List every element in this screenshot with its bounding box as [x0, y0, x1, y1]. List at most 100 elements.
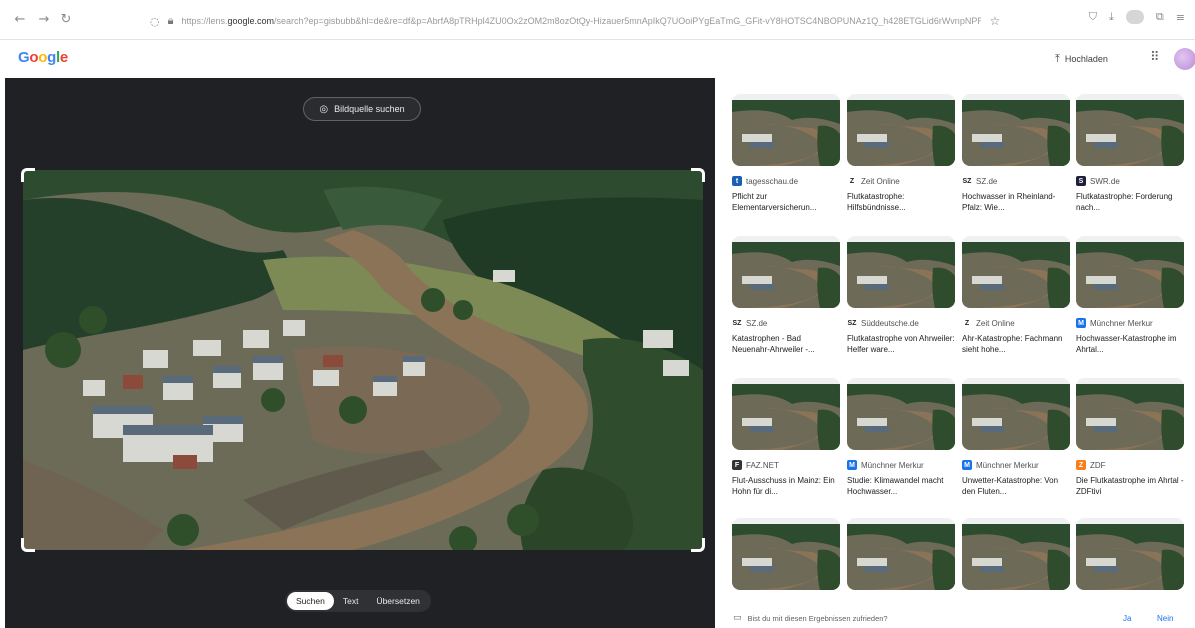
- download-icon[interactable]: ⤓: [1109, 10, 1114, 24]
- shield-extension-icon[interactable]: ⛉: [1089, 10, 1097, 24]
- result-card[interactable]: SZ SZ.de Katastrophen - Bad Neuenahr-Ahrwe…: [732, 236, 840, 355]
- url-prefix: https://lens.: [181, 16, 228, 26]
- result-source-name: SZ.de: [746, 318, 768, 328]
- lock-icon[interactable]: 🔒︎: [168, 14, 174, 28]
- result-thumbnail[interactable]: [1076, 378, 1184, 450]
- apps-grid-icon[interactable]: ⠿: [1150, 50, 1160, 65]
- result-title[interactable]: Flut-Ausschuss in Mainz: Ein Hohn für di…: [732, 475, 840, 497]
- result-thumbnail[interactable]: [847, 518, 955, 590]
- result-title[interactable]: Flutkatastrophe: Forderung nach...: [1076, 191, 1184, 213]
- result-card[interactable]: [732, 518, 840, 590]
- result-source[interactable]: Z Zeit Online: [847, 176, 955, 186]
- result-thumbnail[interactable]: [962, 518, 1070, 590]
- result-card[interactable]: M Münchner Merkur Studie: Klimawandel mach…: [847, 378, 955, 497]
- menu-icon[interactable]: ≡: [1176, 11, 1185, 24]
- crop-handle-bottom-right[interactable]: [691, 538, 705, 552]
- result-thumbnail[interactable]: [847, 378, 955, 450]
- result-thumbnail[interactable]: [732, 518, 840, 590]
- result-title[interactable]: Studie: Klimawandel macht Hochwasser...: [847, 475, 955, 497]
- result-thumbnail[interactable]: [962, 94, 1070, 166]
- result-card[interactable]: M Münchner Merkur Hochwasser-Katastrophe i…: [1076, 236, 1184, 355]
- result-source[interactable]: M Münchner Merkur: [1076, 318, 1184, 328]
- result-card[interactable]: Z Zeit Online Flutkatastrophe: Hilfsbündni…: [847, 94, 955, 213]
- result-thumbnail[interactable]: [847, 236, 955, 308]
- result-card[interactable]: M Münchner Merkur Unwetter-Katastrophe: Vo…: [962, 378, 1070, 497]
- profile-badge[interactable]: [1125, 10, 1144, 24]
- result-thumbnail[interactable]: [1076, 236, 1184, 308]
- lens-image-panel: ◎ Bildquelle suchen Suchen Text Übersetz…: [5, 78, 715, 628]
- favicon-icon: SZ: [962, 176, 972, 186]
- result-title[interactable]: Ahr-Katastrophe: Fachmann sieht hohe...: [962, 333, 1070, 355]
- result-source[interactable]: Z Zeit Online: [962, 318, 1070, 328]
- feedback-yes-button[interactable]: Ja: [1123, 614, 1131, 623]
- result-source[interactable]: t tagesschau.de: [732, 176, 840, 186]
- result-card[interactable]: F FAZ.NET Flut-Ausschuss in Mainz: Ein Hoh…: [732, 378, 840, 497]
- result-card[interactable]: SZ Süddeutsche.de Flutkatastrophe von Ahrw…: [847, 236, 955, 355]
- crop-handle-bottom-left[interactable]: [21, 538, 35, 552]
- result-source[interactable]: SZ SZ.de: [732, 318, 840, 328]
- reload-icon[interactable]: ↻: [58, 12, 74, 27]
- upload-label: Hochladen: [1064, 54, 1108, 64]
- result-title[interactable]: Flutkatastrophe: Hilfsbündnisse...: [847, 191, 955, 213]
- result-source[interactable]: M Münchner Merkur: [962, 460, 1070, 470]
- result-thumbnail[interactable]: [847, 94, 955, 166]
- result-card[interactable]: t tagesschau.de Pflicht zur Elementarversi…: [732, 94, 840, 213]
- feedback-no-button[interactable]: Nein: [1157, 614, 1173, 623]
- upload-icon: ⤒: [1055, 52, 1060, 65]
- result-card[interactable]: [962, 518, 1070, 590]
- result-thumbnail[interactable]: [962, 236, 1070, 308]
- browser-actions: ⛉ ⤓ ⧉ ≡: [1089, 10, 1185, 24]
- result-title[interactable]: Die Flutkatastrophe im Ahrtal - ZDFtivi: [1076, 475, 1184, 497]
- bookmark-star-icon[interactable]: ☆: [989, 14, 1000, 28]
- mode-search[interactable]: Suchen: [287, 592, 334, 610]
- back-arrow-icon[interactable]: ←: [12, 12, 28, 27]
- result-title[interactable]: Hochwasser in Rheinland-Pfalz: Wie...: [962, 191, 1070, 213]
- favicon-icon: SZ: [732, 318, 742, 328]
- feedback-icon: ▭: [733, 613, 742, 623]
- lens-search-icon: ◎: [319, 103, 329, 115]
- result-card[interactable]: [847, 518, 955, 590]
- mode-translate[interactable]: Übersetzen: [367, 592, 428, 610]
- result-thumbnail[interactable]: [1076, 94, 1184, 166]
- result-thumbnail[interactable]: [732, 94, 840, 166]
- result-thumbnail[interactable]: [732, 236, 840, 308]
- result-title[interactable]: Flutkatastrophe von Ahrweiler: Helfer wa…: [847, 333, 955, 355]
- result-source-name: SZ.de: [976, 176, 998, 186]
- result-card[interactable]: Z ZDF Die Flutkatastrophe im Ahrtal - ZDFt…: [1076, 378, 1184, 497]
- url-domain: google.com: [227, 16, 275, 26]
- result-card[interactable]: [1076, 518, 1184, 590]
- result-thumbnail[interactable]: [962, 378, 1070, 450]
- result-source[interactable]: F FAZ.NET: [732, 460, 840, 470]
- result-source-name: tagesschau.de: [746, 176, 799, 186]
- forward-arrow-icon[interactable]: →: [36, 12, 52, 27]
- result-source[interactable]: SZ Süddeutsche.de: [847, 318, 955, 328]
- upload-button[interactable]: ⤒ Hochladen: [1055, 52, 1108, 66]
- result-source[interactable]: Z ZDF: [1076, 460, 1184, 470]
- feedback-bar: ▭ Bist du mit diesen Ergebnissen zufried…: [715, 608, 1195, 628]
- result-source[interactable]: SZ SZ.de: [962, 176, 1070, 186]
- find-image-source-button[interactable]: ◎ Bildquelle suchen: [303, 97, 421, 121]
- mode-text[interactable]: Text: [334, 592, 368, 610]
- result-title[interactable]: Unwetter-Katastrophe: Von den Fluten...: [962, 475, 1070, 497]
- result-thumbnail[interactable]: [732, 378, 840, 450]
- crop-handle-top-left[interactable]: [21, 168, 35, 182]
- selected-photo[interactable]: [23, 170, 703, 550]
- result-card[interactable]: S SWR.de Flutkatastrophe: Forderung nach..…: [1076, 94, 1184, 213]
- url-path: /search?ep=gisbubb&hl=de&re=df&p=AbrfA8p…: [274, 16, 982, 26]
- result-source-name: Zeit Online: [976, 318, 1015, 328]
- result-source[interactable]: S SWR.de: [1076, 176, 1184, 186]
- result-title[interactable]: Pflicht zur Elementarversicherun...: [732, 191, 840, 213]
- extensions-icon[interactable]: ⧉: [1156, 10, 1164, 24]
- result-card[interactable]: Z Zeit Online Ahr-Katastrophe: Fachmann si…: [962, 236, 1070, 355]
- result-thumbnail[interactable]: [1076, 518, 1184, 590]
- google-logo[interactable]: Google: [18, 49, 68, 66]
- favicon-icon: F: [732, 460, 742, 470]
- crop-handle-top-right[interactable]: [691, 168, 705, 182]
- result-source[interactable]: M Münchner Merkur: [847, 460, 955, 470]
- address-bar[interactable]: ◌ 🔒︎ https://lens.google.com/search?ep=g…: [150, 9, 1030, 33]
- result-title[interactable]: Katastrophen - Bad Neuenahr-Ahrweiler -.…: [732, 333, 840, 355]
- result-card[interactable]: SZ SZ.de Hochwasser in Rheinland-Pfalz: Wi…: [962, 94, 1070, 213]
- result-source-name: Münchner Merkur: [1090, 318, 1153, 328]
- avatar[interactable]: [1174, 48, 1195, 70]
- result-title[interactable]: Hochwasser-Katastrophe im Ahrtal...: [1076, 333, 1184, 355]
